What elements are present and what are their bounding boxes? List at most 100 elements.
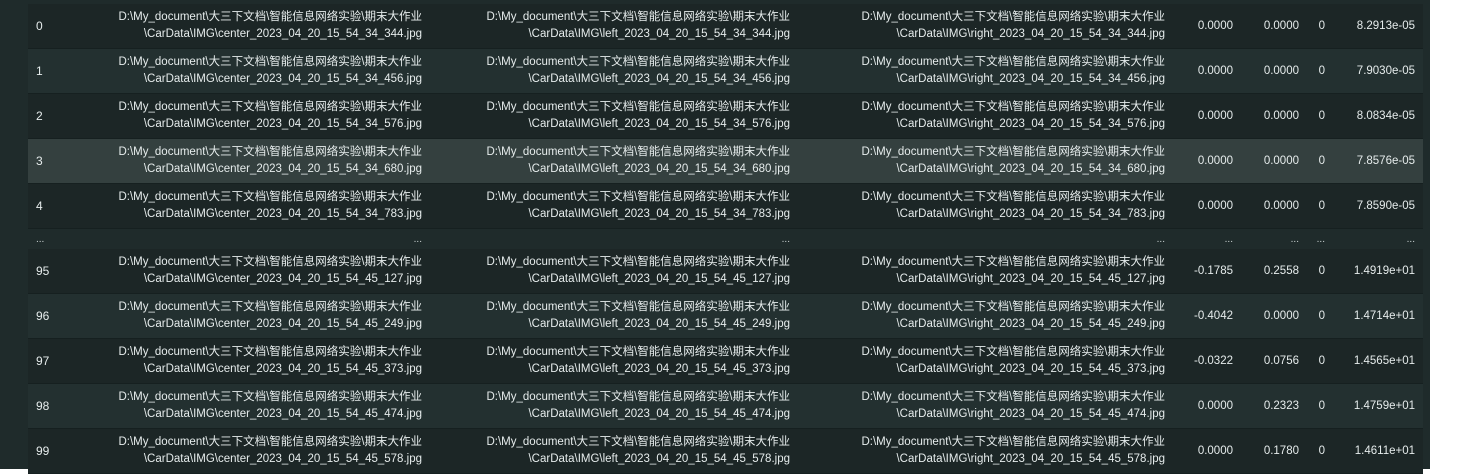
row-index: 3	[28, 138, 68, 184]
center-path-line: \CarData\IMG\center_2023_04_20_15_54_34_…	[143, 28, 422, 40]
row-index: 97	[28, 338, 68, 384]
left-path-line: D:\My_document\大三下文档\智能信息网络实验\期末大作业	[486, 101, 790, 113]
value-cell-4: ...	[1333, 228, 1423, 249]
right-path-line: D:\My_document\大三下文档\智能信息网络实验\期末大作业	[861, 56, 1165, 68]
value-cell-4: 1.4759e+01	[1333, 383, 1423, 429]
center-path-line: \CarData\IMG\center_2023_04_20_15_54_34_…	[143, 118, 422, 130]
center-path-line: \CarData\IMG\center_2023_04_20_15_54_45_…	[143, 273, 422, 285]
right-path-line: D:\My_document\大三下文档\智能信息网络实验\期末大作业	[861, 11, 1165, 23]
right-image-path-cell: D:\My_document\大三下文档\智能信息网络实验\期末大作业 \CarD…	[804, 338, 1179, 384]
left-image-path-cell: D:\My_document\大三下文档\智能信息网络实验\期末大作业 \CarD…	[436, 183, 804, 229]
table-row: 1 D:\My_document\大三下文档\智能信息网络实验\期末大作业 \Car…	[28, 48, 1423, 94]
left-path-line: \CarData\IMG\left_2023_04_20_15_54_34_78…	[528, 208, 790, 220]
value-cell-3: 0	[1307, 93, 1333, 139]
right-image-path-cell: D:\My_document\大三下文档\智能信息网络实验\期末大作业 \CarD…	[804, 93, 1179, 139]
left-image-path-cell: D:\My_document\大三下文档\智能信息网络实验\期末大作业 \CarD…	[436, 93, 804, 139]
value-cell-3: 0	[1307, 249, 1333, 294]
row-index: 0	[28, 4, 68, 49]
value-cell-4: 8.2913e-05	[1333, 4, 1423, 49]
right-image-path-cell: D:\My_document\大三下文档\智能信息网络实验\期末大作业 \CarD…	[804, 293, 1179, 339]
value-cell-1: -0.0322	[1179, 338, 1241, 384]
table-row: 0 D:\My_document\大三下文档\智能信息网络实验\期末大作业 \Car…	[28, 4, 1423, 49]
center-path-line: \CarData\IMG\center_2023_04_20_15_54_45_…	[143, 408, 422, 420]
dataframe-output: 0 D:\My_document\大三下文档\智能信息网络实验\期末大作业 \Car…	[0, 0, 1430, 474]
table-row: 4 D:\My_document\大三下文档\智能信息网络实验\期末大作业 \Car…	[28, 183, 1423, 229]
row-index: 1	[28, 48, 68, 94]
right-image-path-cell: D:\My_document\大三下文档\智能信息网络实验\期末大作业 \CarD…	[804, 249, 1179, 294]
right-path-line: \CarData\IMG\right_2023_04_20_15_54_45_2…	[896, 318, 1165, 330]
row-index: 98	[28, 383, 68, 429]
dataframe-table-wrapper: 0 D:\My_document\大三下文档\智能信息网络实验\期末大作业 \Car…	[28, 4, 1423, 474]
center-path-line: D:\My_document\大三下文档\智能信息网络实验\期末大作业	[118, 391, 422, 403]
value-cell-4: 7.9030e-05	[1333, 48, 1423, 94]
right-path-line: \CarData\IMG\right_2023_04_20_15_54_34_7…	[896, 208, 1165, 220]
right-path-line: ...	[1156, 233, 1165, 245]
center-path-line: \CarData\IMG\center_2023_04_20_15_54_45_…	[143, 363, 422, 375]
value-cell-2: 0.0000	[1241, 93, 1307, 139]
left-path-line: \CarData\IMG\left_2023_04_20_15_54_34_34…	[528, 28, 790, 40]
value-cell-2: 0.0756	[1241, 338, 1307, 384]
value-cell-1: 0.0000	[1179, 428, 1241, 474]
left-path-line: D:\My_document\大三下文档\智能信息网络实验\期末大作业	[486, 391, 790, 403]
right-path-line: \CarData\IMG\right_2023_04_20_15_54_45_5…	[896, 453, 1165, 465]
right-path-line: D:\My_document\大三下文档\智能信息网络实验\期末大作业	[861, 191, 1165, 203]
left-image-path-cell: D:\My_document\大三下文档\智能信息网络实验\期末大作业 \CarD…	[436, 293, 804, 339]
center-image-path-cell: D:\My_document\大三下文档\智能信息网络实验\期末大作业 \CarD…	[68, 293, 436, 339]
left-image-path-cell: D:\My_document\大三下文档\智能信息网络实验\期末大作业 \CarD…	[436, 48, 804, 94]
row-index: 2	[28, 93, 68, 139]
right-path-line: \CarData\IMG\right_2023_04_20_15_54_34_4…	[896, 73, 1165, 85]
right-image-path-cell: D:\My_document\大三下文档\智能信息网络实验\期末大作业 \CarD…	[804, 138, 1179, 184]
right-path-line: \CarData\IMG\right_2023_04_20_15_54_34_5…	[896, 118, 1165, 130]
right-image-path-cell: ...	[804, 228, 1179, 249]
value-cell-2: 0.0000	[1241, 48, 1307, 94]
value-cell-2: 0.2558	[1241, 249, 1307, 294]
left-path-line: \CarData\IMG\left_2023_04_20_15_54_45_57…	[528, 453, 790, 465]
left-path-line: \CarData\IMG\left_2023_04_20_15_54_34_57…	[528, 118, 790, 130]
right-image-path-cell: D:\My_document\大三下文档\智能信息网络实验\期末大作业 \CarD…	[804, 183, 1179, 229]
center-path-line: D:\My_document\大三下文档\智能信息网络实验\期末大作业	[118, 56, 422, 68]
value-cell-3: 0	[1307, 138, 1333, 184]
table-row: 97 D:\My_document\大三下文档\智能信息网络实验\期末大作业 \Ca…	[28, 338, 1423, 384]
center-image-path-cell: D:\My_document\大三下文档\智能信息网络实验\期末大作业 \CarD…	[68, 338, 436, 384]
left-path-line: \CarData\IMG\left_2023_04_20_15_54_45_12…	[528, 273, 790, 285]
left-path-line: \CarData\IMG\left_2023_04_20_15_54_45_47…	[528, 408, 790, 420]
center-image-path-cell: D:\My_document\大三下文档\智能信息网络实验\期末大作业 \CarD…	[68, 428, 436, 474]
center-path-line: D:\My_document\大三下文档\智能信息网络实验\期末大作业	[118, 301, 422, 313]
table-row: 99 D:\My_document\大三下文档\智能信息网络实验\期末大作业 \Ca…	[28, 428, 1423, 474]
center-image-path-cell: D:\My_document\大三下文档\智能信息网络实验\期末大作业 \CarD…	[68, 93, 436, 139]
center-path-line: D:\My_document\大三下文档\智能信息网络实验\期末大作业	[118, 436, 422, 448]
row-index: 95	[28, 249, 68, 294]
row-index: ...	[28, 228, 68, 249]
right-path-line: \CarData\IMG\right_2023_04_20_15_54_45_4…	[896, 408, 1165, 420]
right-path-line: D:\My_document\大三下文档\智能信息网络实验\期末大作业	[861, 101, 1165, 113]
right-image-path-cell: D:\My_document\大三下文档\智能信息网络实验\期末大作业 \CarD…	[804, 428, 1179, 474]
center-path-line: D:\My_document\大三下文档\智能信息网络实验\期末大作业	[118, 101, 422, 113]
value-cell-2: 0.1780	[1241, 428, 1307, 474]
center-image-path-cell: ...	[68, 228, 436, 249]
value-cell-3: 0	[1307, 48, 1333, 94]
table-body: 0 D:\My_document\大三下文档\智能信息网络实验\期末大作业 \Car…	[28, 4, 1423, 474]
value-cell-4: 1.4919e+01	[1333, 249, 1423, 294]
left-path-line: D:\My_document\大三下文档\智能信息网络实验\期末大作业	[486, 346, 790, 358]
value-cell-1: 0.0000	[1179, 383, 1241, 429]
value-cell-2: 0.0000	[1241, 4, 1307, 49]
value-cell-1: 0.0000	[1179, 138, 1241, 184]
left-path-line: D:\My_document\大三下文档\智能信息网络实验\期末大作业	[486, 11, 790, 23]
left-path-line: \CarData\IMG\left_2023_04_20_15_54_34_68…	[528, 163, 790, 175]
center-path-line: D:\My_document\大三下文档\智能信息网络实验\期末大作业	[118, 256, 422, 268]
right-image-path-cell: D:\My_document\大三下文档\智能信息网络实验\期末大作业 \CarD…	[804, 4, 1179, 49]
right-path-line: D:\My_document\大三下文档\智能信息网络实验\期末大作业	[861, 436, 1165, 448]
ellipsis-row: ........................	[28, 228, 1423, 249]
center-image-path-cell: D:\My_document\大三下文档\智能信息网络实验\期末大作业 \CarD…	[68, 138, 436, 184]
left-image-path-cell: D:\My_document\大三下文档\智能信息网络实验\期末大作业 \CarD…	[436, 338, 804, 384]
center-image-path-cell: D:\My_document\大三下文档\智能信息网络实验\期末大作业 \CarD…	[68, 249, 436, 294]
left-image-path-cell: D:\My_document\大三下文档\智能信息网络实验\期末大作业 \CarD…	[436, 383, 804, 429]
value-cell-3: 0	[1307, 338, 1333, 384]
value-cell-3: 0	[1307, 293, 1333, 339]
table-row: 95 D:\My_document\大三下文档\智能信息网络实验\期末大作业 \Ca…	[28, 249, 1423, 294]
left-path-line: \CarData\IMG\left_2023_04_20_15_54_34_45…	[528, 73, 790, 85]
center-image-path-cell: D:\My_document\大三下文档\智能信息网络实验\期末大作业 \CarD…	[68, 48, 436, 94]
center-path-line: D:\My_document\大三下文档\智能信息网络实验\期末大作业	[118, 11, 422, 23]
value-cell-3: 0	[1307, 183, 1333, 229]
center-path-line: \CarData\IMG\center_2023_04_20_15_54_34_…	[143, 163, 422, 175]
